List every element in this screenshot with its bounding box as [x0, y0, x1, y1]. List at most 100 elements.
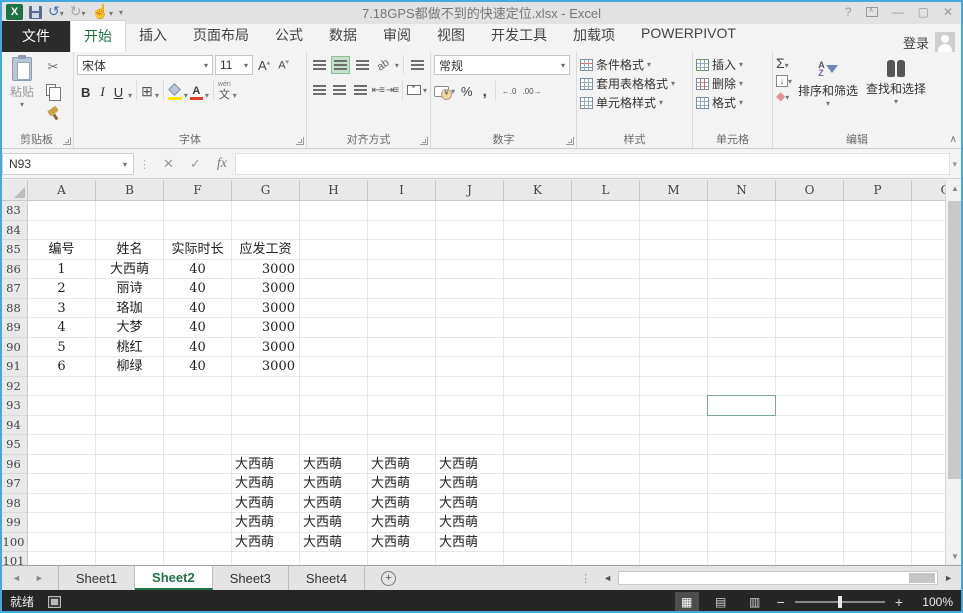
cell-Q88[interactable] [912, 299, 945, 319]
cell-K100[interactable] [504, 533, 572, 553]
number-format-select[interactable]: 常规▾ [434, 55, 570, 75]
cell-O97[interactable] [776, 474, 844, 494]
clipboard-dialog-launcher-icon[interactable] [63, 137, 71, 145]
cell-B85[interactable]: 姓名 [96, 240, 164, 260]
cell-J89[interactable] [436, 318, 504, 338]
sheet-tab-sheet3[interactable]: Sheet3 [213, 566, 289, 590]
column-header-O[interactable]: O [776, 180, 844, 201]
cell-P90[interactable] [844, 338, 912, 358]
cell-O87[interactable] [776, 279, 844, 299]
cell-K96[interactable] [504, 455, 572, 475]
cell-L99[interactable] [572, 513, 640, 533]
cell-P95[interactable] [844, 435, 912, 455]
cell-N92[interactable] [708, 377, 776, 397]
cell-L91[interactable] [572, 357, 640, 377]
cell-O91[interactable] [776, 357, 844, 377]
row-header-87[interactable]: 87 [0, 279, 28, 299]
cell-P83[interactable] [844, 201, 912, 221]
cell-B100[interactable] [96, 533, 164, 553]
cell-O99[interactable] [776, 513, 844, 533]
cell-H94[interactable] [300, 416, 368, 436]
column-header-G[interactable]: G [232, 180, 300, 201]
ribbon-tab-0[interactable]: 开始 [70, 20, 126, 52]
name-box[interactable]: N93▾ [2, 153, 134, 175]
cell-F100[interactable] [164, 533, 232, 553]
row-header-99[interactable]: 99 [0, 513, 28, 533]
cell-J96[interactable]: 大西萌 [436, 455, 504, 475]
cell-O96[interactable] [776, 455, 844, 475]
cell-Q83[interactable] [912, 201, 945, 221]
paste-button[interactable]: 粘贴 ▾ [3, 55, 41, 123]
cell-H86[interactable] [300, 260, 368, 280]
row-header-101[interactable]: 101 [0, 552, 28, 565]
cell-M93[interactable] [640, 396, 708, 416]
cell-Q99[interactable] [912, 513, 945, 533]
cell-P94[interactable] [844, 416, 912, 436]
cell-J83[interactable] [436, 201, 504, 221]
enter-button[interactable]: ✓ [182, 156, 209, 172]
cell-P97[interactable] [844, 474, 912, 494]
column-header-B[interactable]: B [96, 180, 164, 201]
cell-A91[interactable]: 6 [28, 357, 96, 377]
cell-I99[interactable]: 大西萌 [368, 513, 436, 533]
cell-L94[interactable] [572, 416, 640, 436]
row-header-95[interactable]: 95 [0, 435, 28, 455]
sheet-tab-sheet1[interactable]: Sheet1 [58, 566, 135, 590]
cell-P101[interactable] [844, 552, 912, 565]
cell-I86[interactable] [368, 260, 436, 280]
cell-G99[interactable]: 大西萌 [232, 513, 300, 533]
cell-P98[interactable] [844, 494, 912, 514]
column-header-A[interactable]: A [28, 180, 96, 201]
cell-F99[interactable] [164, 513, 232, 533]
close-button[interactable]: ✕ [943, 5, 953, 19]
cell-P99[interactable] [844, 513, 912, 533]
align-right-button[interactable] [351, 81, 370, 99]
cell-H84[interactable] [300, 221, 368, 241]
zoom-out-button[interactable]: − [777, 594, 785, 610]
cell-K101[interactable] [504, 552, 572, 565]
row-header-93[interactable]: 93 [0, 396, 28, 416]
cell-B99[interactable] [96, 513, 164, 533]
cell-J94[interactable] [436, 416, 504, 436]
cell-P86[interactable] [844, 260, 912, 280]
redo-dropdown-icon[interactable]: ▾ [81, 9, 85, 18]
column-header-J[interactable]: J [436, 180, 504, 201]
cell-B87[interactable]: 丽诗 [96, 279, 164, 299]
cell-G84[interactable] [232, 221, 300, 241]
new-sheet-button[interactable]: + [381, 566, 396, 590]
ribbon-tab-1[interactable]: 插入 [126, 20, 180, 52]
cell-P84[interactable] [844, 221, 912, 241]
cell-B90[interactable]: 桃红 [96, 338, 164, 358]
cell-B88[interactable]: 珞珈 [96, 299, 164, 319]
cell-H95[interactable] [300, 435, 368, 455]
autosum-button[interactable]: Σ▾ [776, 55, 792, 71]
cell-M83[interactable] [640, 201, 708, 221]
normal-view-button[interactable]: ▦ [675, 592, 699, 611]
phonetic-guide-button[interactable]: wén文 [218, 80, 231, 100]
cell-H91[interactable] [300, 357, 368, 377]
decrease-decimal-button[interactable]: .00→ [520, 87, 543, 96]
cell-I94[interactable] [368, 416, 436, 436]
cell-F90[interactable]: 40 [164, 338, 232, 358]
cell-A88[interactable]: 3 [28, 299, 96, 319]
row-header-98[interactable]: 98 [0, 494, 28, 514]
cell-H83[interactable] [300, 201, 368, 221]
column-header-P[interactable]: P [844, 180, 912, 201]
cell-H98[interactable]: 大西萌 [300, 494, 368, 514]
cell-F89[interactable]: 40 [164, 318, 232, 338]
cell-N86[interactable] [708, 260, 776, 280]
cell-N89[interactable] [708, 318, 776, 338]
cell-P96[interactable] [844, 455, 912, 475]
cell-B91[interactable]: 柳绿 [96, 357, 164, 377]
cell-B83[interactable] [96, 201, 164, 221]
percent-style-button[interactable]: % [457, 84, 477, 99]
cell-G94[interactable] [232, 416, 300, 436]
cell-M97[interactable] [640, 474, 708, 494]
cell-G98[interactable]: 大西萌 [232, 494, 300, 514]
cell-P87[interactable] [844, 279, 912, 299]
cell-G85[interactable]: 应发工资 [232, 240, 300, 260]
cell-J91[interactable] [436, 357, 504, 377]
cell-M89[interactable] [640, 318, 708, 338]
format-as-table-button[interactable]: 套用表格格式▾ [580, 74, 689, 93]
cell-L87[interactable] [572, 279, 640, 299]
